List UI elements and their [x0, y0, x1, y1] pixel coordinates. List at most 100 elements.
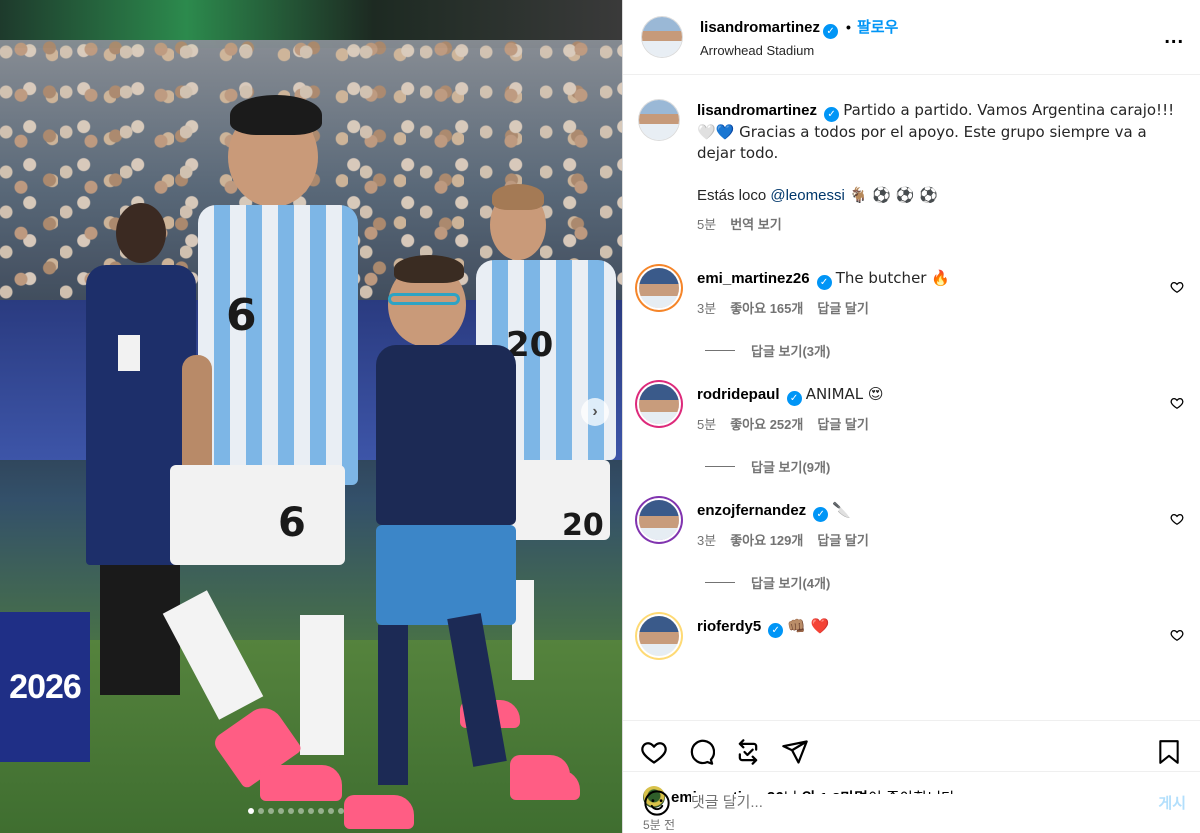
comment-time: 3분 — [697, 533, 717, 548]
comment-meta: 3분 좋아요 129개 답글 달기 — [697, 530, 1184, 549]
author-username[interactable]: lisandromartinez — [700, 19, 820, 36]
caption-avatar[interactable] — [639, 100, 679, 140]
commenter-username[interactable]: rioferdy5 — [697, 618, 761, 635]
carousel-dot[interactable] — [258, 808, 264, 814]
reply-button[interactable]: 답글 달기 — [817, 298, 868, 317]
carousel-dot[interactable] — [248, 808, 254, 814]
view-replies-label: 답글 보기(9개) — [751, 460, 831, 475]
comment-body: rodridepaul ✓ ANIMAL 😍 5분 좋아요 252개 답글 달기 — [697, 384, 1184, 433]
location-link[interactable]: Arrowhead Stadium — [700, 43, 898, 58]
heart-icon[interactable] — [1170, 396, 1184, 410]
post-header: lisandromartinez ✓ • 팔로우 Arrowhead Stadium … — [623, 0, 1200, 75]
separator: • — [846, 19, 851, 35]
carousel-dot[interactable] — [268, 808, 274, 814]
comment-text-line: emi_martinez26 ✓ The butcher 🔥 — [697, 268, 1184, 290]
comment-text-line: rioferdy5 ✓ 👊🏽 ❤️ — [697, 616, 1184, 638]
post-media[interactable]: 2026 20 20 6 6 › — [0, 0, 622, 833]
save-button[interactable] — [1154, 737, 1184, 767]
comment-text-line: enzojfernandez ✓ 🔪 — [697, 500, 1184, 522]
carousel-dot[interactable] — [278, 808, 284, 814]
comment: emi_martinez26 ✓ The butcher 🔥 3분 좋아요 165개 답… — [639, 268, 1184, 317]
mention-link[interactable]: @leomessi — [770, 187, 844, 204]
carousel-dot[interactable] — [308, 808, 314, 814]
verified-icon: ✓ — [768, 623, 784, 638]
comment-body: emi_martinez26 ✓ The butcher 🔥 3분 좋아요 165개 답… — [697, 268, 1184, 317]
comment-text: 👊🏽 ❤️ — [787, 617, 830, 635]
carousel-dot[interactable] — [328, 808, 334, 814]
commenter-username[interactable]: rodridepaul — [697, 386, 780, 403]
commenter-username[interactable]: enzojfernandez — [697, 502, 806, 519]
carousel-dots — [248, 808, 344, 814]
view-replies-button[interactable]: 답글 보기(9개) — [705, 457, 1184, 476]
view-replies-button[interactable]: 답글 보기(4개) — [705, 573, 1184, 592]
caption-line2-emojis: 🐐 ⚽ ⚽ ⚽ — [848, 186, 938, 204]
carousel-dot[interactable] — [318, 808, 324, 814]
board-2026: 2026 — [0, 612, 90, 762]
jersey-number: 6 — [226, 290, 257, 341]
carousel-dot[interactable] — [288, 808, 294, 814]
shorts-number: 20 — [562, 508, 604, 543]
view-replies-button[interactable]: 답글 보기(3개) — [705, 341, 1184, 360]
comment-likes[interactable]: 좋아요 129개 — [730, 530, 803, 549]
repost-button[interactable] — [733, 737, 763, 767]
shorts-number: 6 — [278, 500, 306, 546]
divider — [705, 582, 735, 583]
comment-text: 🔪 — [832, 501, 852, 519]
comment-button[interactable] — [686, 737, 716, 767]
heart-icon — [641, 741, 667, 764]
smiley-icon[interactable] — [643, 789, 671, 817]
caption-line2: Estás loco @leomessi 🐐 ⚽ ⚽ ⚽ — [697, 185, 1184, 206]
verified-icon: ✓ — [813, 507, 829, 522]
commenter-avatar[interactable] — [639, 500, 679, 540]
comment-meta: 5분 좋아요 252개 답글 달기 — [697, 414, 1184, 433]
divider — [705, 466, 735, 467]
like-button[interactable] — [639, 737, 669, 767]
post-side-panel: lisandromartinez ✓ • 팔로우 Arrowhead Stadium … — [622, 0, 1200, 833]
share-button[interactable] — [780, 737, 810, 767]
author-avatar[interactable] — [642, 17, 682, 57]
translate-button[interactable]: 번역 보기 — [730, 214, 781, 233]
comment-text: ANIMAL 😍 — [805, 385, 884, 403]
more-icon[interactable]: ... — [1164, 27, 1184, 47]
comment: enzojfernandez ✓ 🔪 3분 좋아요 129개 답글 달기 — [639, 500, 1184, 549]
comment-time: 5분 — [697, 417, 717, 432]
repost-icon — [738, 738, 758, 765]
comment-body: enzojfernandez ✓ 🔪 3분 좋아요 129개 답글 달기 — [697, 500, 1184, 549]
next-image-button[interactable]: › — [581, 398, 609, 426]
comment-meta: 3분 좋아요 165개 답글 달기 — [697, 298, 1184, 317]
commenter-username[interactable]: emi_martinez26 — [697, 270, 810, 287]
comment: rodridepaul ✓ ANIMAL 😍 5분 좋아요 252개 답글 달기 — [639, 384, 1184, 433]
reply-button[interactable]: 답글 달기 — [817, 530, 868, 549]
caption-username[interactable]: lisandromartinez — [697, 102, 817, 119]
view-replies-label: 답글 보기(3개) — [751, 344, 831, 359]
author-info: lisandromartinez ✓ • 팔로우 Arrowhead Stadium — [700, 16, 898, 58]
commenter-avatar[interactable] — [639, 616, 679, 656]
comment-text-line: rodridepaul ✓ ANIMAL 😍 — [697, 384, 1184, 406]
caption-time: 5분 — [697, 217, 717, 232]
post-view: 2026 20 20 6 6 › lisandromartinez ✓ • 팔로… — [0, 0, 1200, 833]
caption-text: lisandromartinez ✓ Partido a partido. Vam… — [697, 100, 1184, 164]
heart-icon[interactable] — [1170, 512, 1184, 526]
comments-list[interactable]: lisandromartinez ✓ Partido a partido. Vam… — [623, 75, 1200, 720]
comment-text: The butcher 🔥 — [835, 269, 950, 287]
comment: rioferdy5 ✓ 👊🏽 ❤️ — [639, 616, 1184, 656]
comment-likes[interactable]: 좋아요 252개 — [730, 414, 803, 433]
comment-input[interactable] — [691, 794, 1159, 811]
caption: lisandromartinez ✓ Partido a partido. Vam… — [639, 100, 1184, 233]
post-comment-button[interactable]: 게시 — [1158, 792, 1186, 813]
commenter-avatar[interactable] — [639, 268, 679, 308]
add-comment-bar: 게시 — [623, 771, 1200, 833]
commenter-avatar[interactable] — [639, 384, 679, 424]
comment-icon — [690, 739, 715, 765]
verified-icon: ✓ — [823, 24, 839, 39]
comment-likes[interactable]: 좋아요 165개 — [730, 298, 803, 317]
carousel-dot[interactable] — [298, 808, 304, 814]
caption-meta: 5분 번역 보기 — [697, 214, 1184, 233]
verified-icon: ✓ — [824, 107, 840, 122]
reply-button[interactable]: 답글 달기 — [817, 414, 868, 433]
heart-icon[interactable] — [1170, 280, 1184, 294]
heart-icon[interactable] — [1170, 628, 1184, 642]
follow-button[interactable]: 팔로우 — [857, 19, 898, 36]
caption-body: lisandromartinez ✓ Partido a partido. Vam… — [697, 100, 1184, 233]
carousel-dot[interactable] — [338, 808, 344, 814]
